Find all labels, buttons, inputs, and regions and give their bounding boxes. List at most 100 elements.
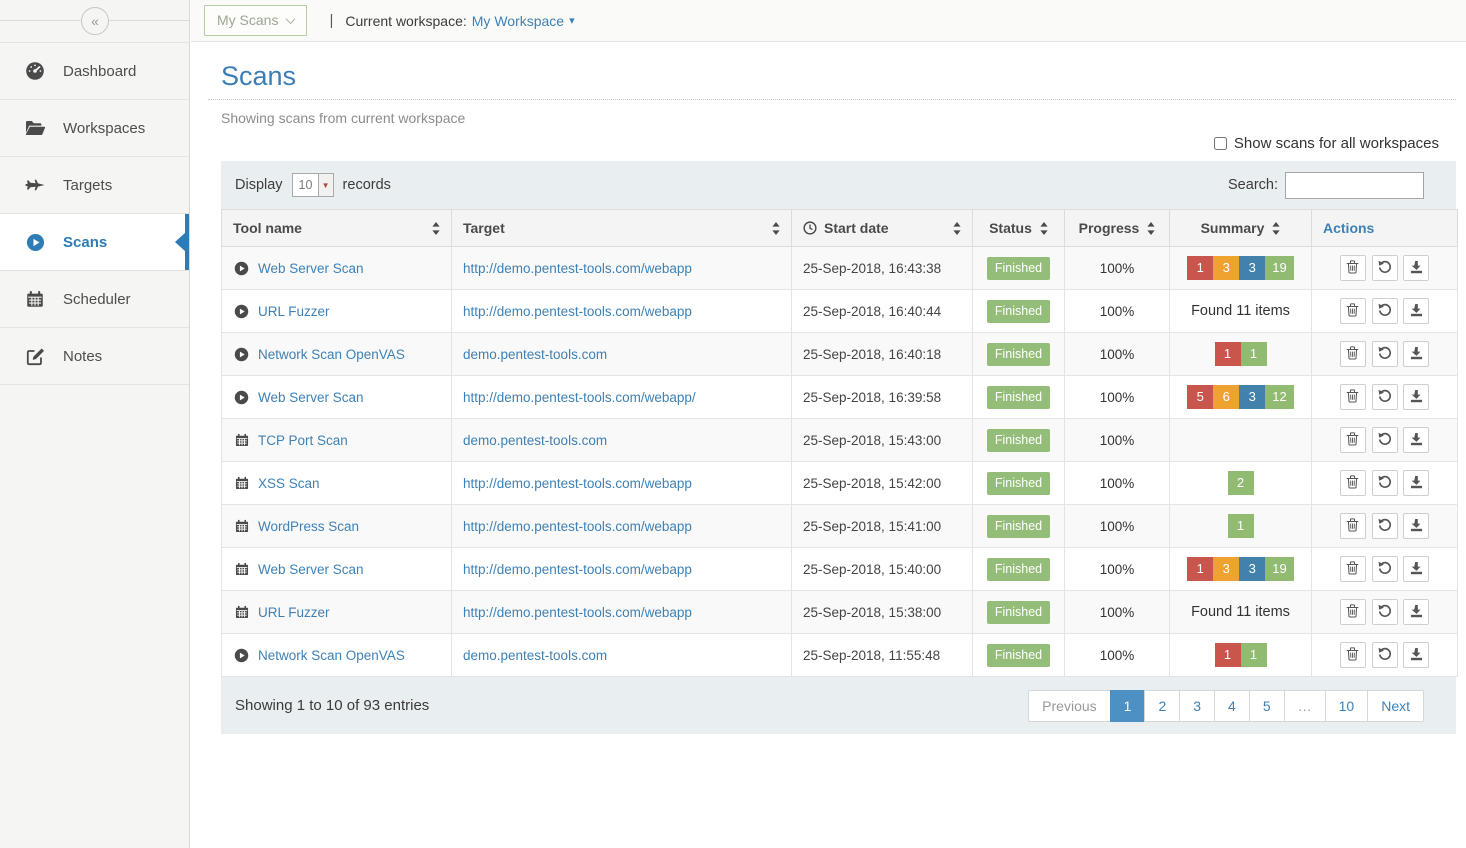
restart-scan-button[interactable] — [1372, 384, 1398, 410]
restart-scan-button[interactable] — [1372, 556, 1398, 582]
column-header-status[interactable]: Status — [973, 210, 1065, 247]
start-date-value: 25-Sep-2018, 15:41:00 — [792, 505, 973, 548]
sidebar-item-scans[interactable]: Scans — [0, 214, 189, 271]
restart-scan-button[interactable] — [1372, 255, 1398, 281]
column-header-target[interactable]: Target — [452, 210, 792, 247]
delete-scan-button[interactable] — [1340, 427, 1366, 453]
tool-name-link[interactable]: Web Server Scan — [258, 390, 364, 405]
download-report-button[interactable] — [1403, 642, 1429, 668]
tool-name-link[interactable]: TCP Port Scan — [258, 433, 348, 448]
target-link[interactable]: http://demo.pentest-tools.com/webapp — [463, 519, 692, 534]
workspace-name: My Workspace — [472, 13, 564, 29]
calendar-icon — [234, 433, 249, 447]
start-date-value: 25-Sep-2018, 15:43:00 — [792, 419, 973, 462]
status-badge: Finished — [987, 343, 1050, 366]
page-button-5[interactable]: 5 — [1249, 690, 1285, 722]
delete-scan-button[interactable] — [1340, 470, 1366, 496]
page-button-3[interactable]: 3 — [1179, 690, 1215, 722]
sidebar-item-workspaces[interactable]: Workspaces — [0, 100, 189, 157]
scan-table-body: Web Server Scan http://demo.pentest-tool… — [222, 247, 1458, 677]
all-workspaces-label[interactable]: Show scans for all workspaces — [1234, 135, 1439, 152]
start-date-value: 25-Sep-2018, 15:42:00 — [792, 462, 973, 505]
restart-scan-button[interactable] — [1372, 513, 1398, 539]
column-header-summary[interactable]: Summary — [1170, 210, 1312, 247]
column-header-tool-name[interactable]: Tool name — [222, 210, 452, 247]
download-icon — [1410, 389, 1423, 406]
page-button-1[interactable]: 1 — [1110, 690, 1146, 722]
sidebar-item-dashboard[interactable]: Dashboard — [0, 43, 189, 100]
redo-icon — [1378, 518, 1392, 535]
download-report-button[interactable] — [1403, 427, 1429, 453]
download-report-button[interactable] — [1403, 255, 1429, 281]
table-header-row: Tool name Target Start date — [222, 210, 1458, 247]
restart-scan-button[interactable] — [1372, 298, 1398, 324]
tool-name-link[interactable]: Network Scan OpenVAS — [258, 648, 405, 663]
restart-scan-button[interactable] — [1372, 599, 1398, 625]
status-badge: Finished — [987, 558, 1050, 581]
download-icon — [1410, 561, 1423, 578]
tool-name-link[interactable]: URL Fuzzer — [258, 304, 330, 319]
delete-scan-button[interactable] — [1340, 341, 1366, 367]
page-button-previous[interactable]: Previous — [1028, 690, 1110, 722]
delete-scan-button[interactable] — [1340, 599, 1366, 625]
download-report-button[interactable] — [1403, 298, 1429, 324]
delete-scan-button[interactable] — [1340, 556, 1366, 582]
tool-name-link[interactable]: Web Server Scan — [258, 562, 364, 577]
target-link[interactable]: http://demo.pentest-tools.com/webapp — [463, 562, 692, 577]
sidebar-item-scheduler[interactable]: Scheduler — [0, 271, 189, 328]
sort-icon — [1272, 222, 1280, 235]
page-button-ellipsis: … — [1284, 690, 1326, 722]
restart-scan-button[interactable] — [1372, 470, 1398, 496]
download-report-button[interactable] — [1403, 384, 1429, 410]
download-report-button[interactable] — [1403, 599, 1429, 625]
target-link[interactable]: http://demo.pentest-tools.com/webapp — [463, 304, 692, 319]
page-button-10[interactable]: 10 — [1325, 690, 1369, 722]
target-link[interactable]: demo.pentest-tools.com — [463, 347, 607, 362]
my-scans-dropdown[interactable]: My Scans — [204, 5, 307, 36]
restart-scan-button[interactable] — [1372, 341, 1398, 367]
download-report-button[interactable] — [1403, 341, 1429, 367]
page-button-next[interactable]: Next — [1367, 690, 1424, 722]
play-circle-icon — [234, 390, 249, 405]
sidebar-item-label: Dashboard — [63, 63, 136, 80]
target-link[interactable]: http://demo.pentest-tools.com/webapp — [463, 261, 692, 276]
delete-scan-button[interactable] — [1340, 298, 1366, 324]
table-row: TCP Port Scan demo.pentest-tools.com 25-… — [222, 419, 1458, 462]
pencil-square-icon — [23, 347, 47, 366]
restart-scan-button[interactable] — [1372, 642, 1398, 668]
tool-name-link[interactable]: XSS Scan — [258, 476, 320, 491]
download-report-button[interactable] — [1403, 470, 1429, 496]
records-per-page-select[interactable]: 10 ▼ — [292, 173, 334, 197]
calendar-icon — [234, 519, 249, 533]
tool-name-link[interactable]: WordPress Scan — [258, 519, 359, 534]
target-link[interactable]: demo.pentest-tools.com — [463, 648, 607, 663]
status-badge: Finished — [987, 300, 1050, 323]
sidebar-collapse-button[interactable]: « — [81, 7, 109, 35]
delete-scan-button[interactable] — [1340, 642, 1366, 668]
restart-scan-button[interactable] — [1372, 427, 1398, 453]
start-date-value: 25-Sep-2018, 16:40:44 — [792, 290, 973, 333]
target-link[interactable]: http://demo.pentest-tools.com/webapp — [463, 476, 692, 491]
tool-name-link[interactable]: Web Server Scan — [258, 261, 364, 276]
sidebar-item-notes[interactable]: Notes — [0, 328, 189, 385]
summary-text: Found 11 items — [1191, 303, 1290, 319]
delete-scan-button[interactable] — [1340, 255, 1366, 281]
tool-name-link[interactable]: Network Scan OpenVAS — [258, 347, 405, 362]
column-header-start-date[interactable]: Start date — [792, 210, 973, 247]
target-link[interactable]: demo.pentest-tools.com — [463, 433, 607, 448]
all-workspaces-checkbox[interactable] — [1214, 137, 1227, 150]
delete-scan-button[interactable] — [1340, 513, 1366, 539]
sidebar-item-targets[interactable]: Targets — [0, 157, 189, 214]
search-input[interactable] — [1285, 172, 1424, 199]
delete-scan-button[interactable] — [1340, 384, 1366, 410]
pagination: Previous12345…10Next — [1029, 690, 1424, 722]
target-link[interactable]: http://demo.pentest-tools.com/webapp — [463, 605, 692, 620]
download-report-button[interactable] — [1403, 513, 1429, 539]
column-header-progress[interactable]: Progress — [1065, 210, 1170, 247]
page-button-4[interactable]: 4 — [1214, 690, 1250, 722]
target-link[interactable]: http://demo.pentest-tools.com/webapp/ — [463, 390, 696, 405]
page-button-2[interactable]: 2 — [1144, 690, 1180, 722]
tool-name-link[interactable]: URL Fuzzer — [258, 605, 330, 620]
workspace-selector[interactable]: My Workspace ▾ — [472, 13, 575, 29]
download-report-button[interactable] — [1403, 556, 1429, 582]
